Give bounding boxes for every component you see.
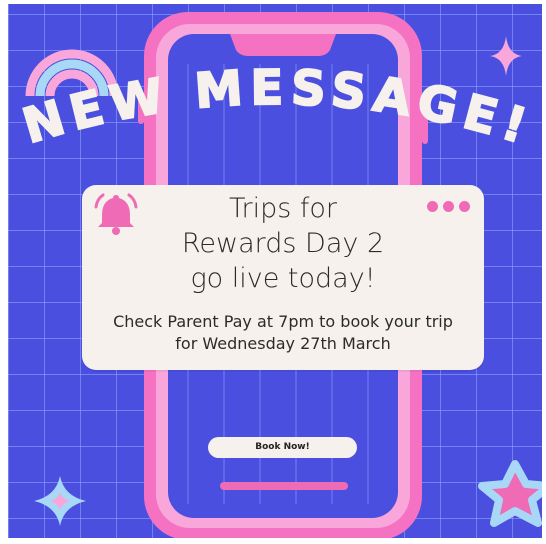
- sparkle-icon-bottom-left: [34, 476, 86, 526]
- headline-text: NEW MESSAGE!: [16, 59, 534, 156]
- notification-card: Trips for Rewards Day 2 go live today! C…: [82, 185, 484, 370]
- card-body-line-1: Check Parent Pay at 7pm to book your tri…: [113, 312, 453, 331]
- svg-text:NEW MESSAGE!: NEW MESSAGE!: [17, 60, 534, 155]
- home-indicator: [220, 482, 348, 490]
- poster: NEW MESSAGE! Trips for Rewards Day 2 go …: [8, 4, 542, 538]
- headline: NEW MESSAGE!: [16, 59, 534, 156]
- card-title-line-3: go live today!: [190, 263, 376, 294]
- book-now-button[interactable]: Book Now!: [208, 437, 357, 458]
- card-title: Trips for Rewards Day 2 go live today!: [82, 191, 484, 296]
- card-title-line-1: Trips for: [228, 193, 338, 224]
- card-title-line-2: Rewards Day 2: [181, 228, 385, 259]
- card-body-line-2: for Wednesday 27th March: [175, 334, 391, 353]
- card-body: Check Parent Pay at 7pm to book your tri…: [82, 311, 484, 355]
- star-icon: [478, 460, 542, 527]
